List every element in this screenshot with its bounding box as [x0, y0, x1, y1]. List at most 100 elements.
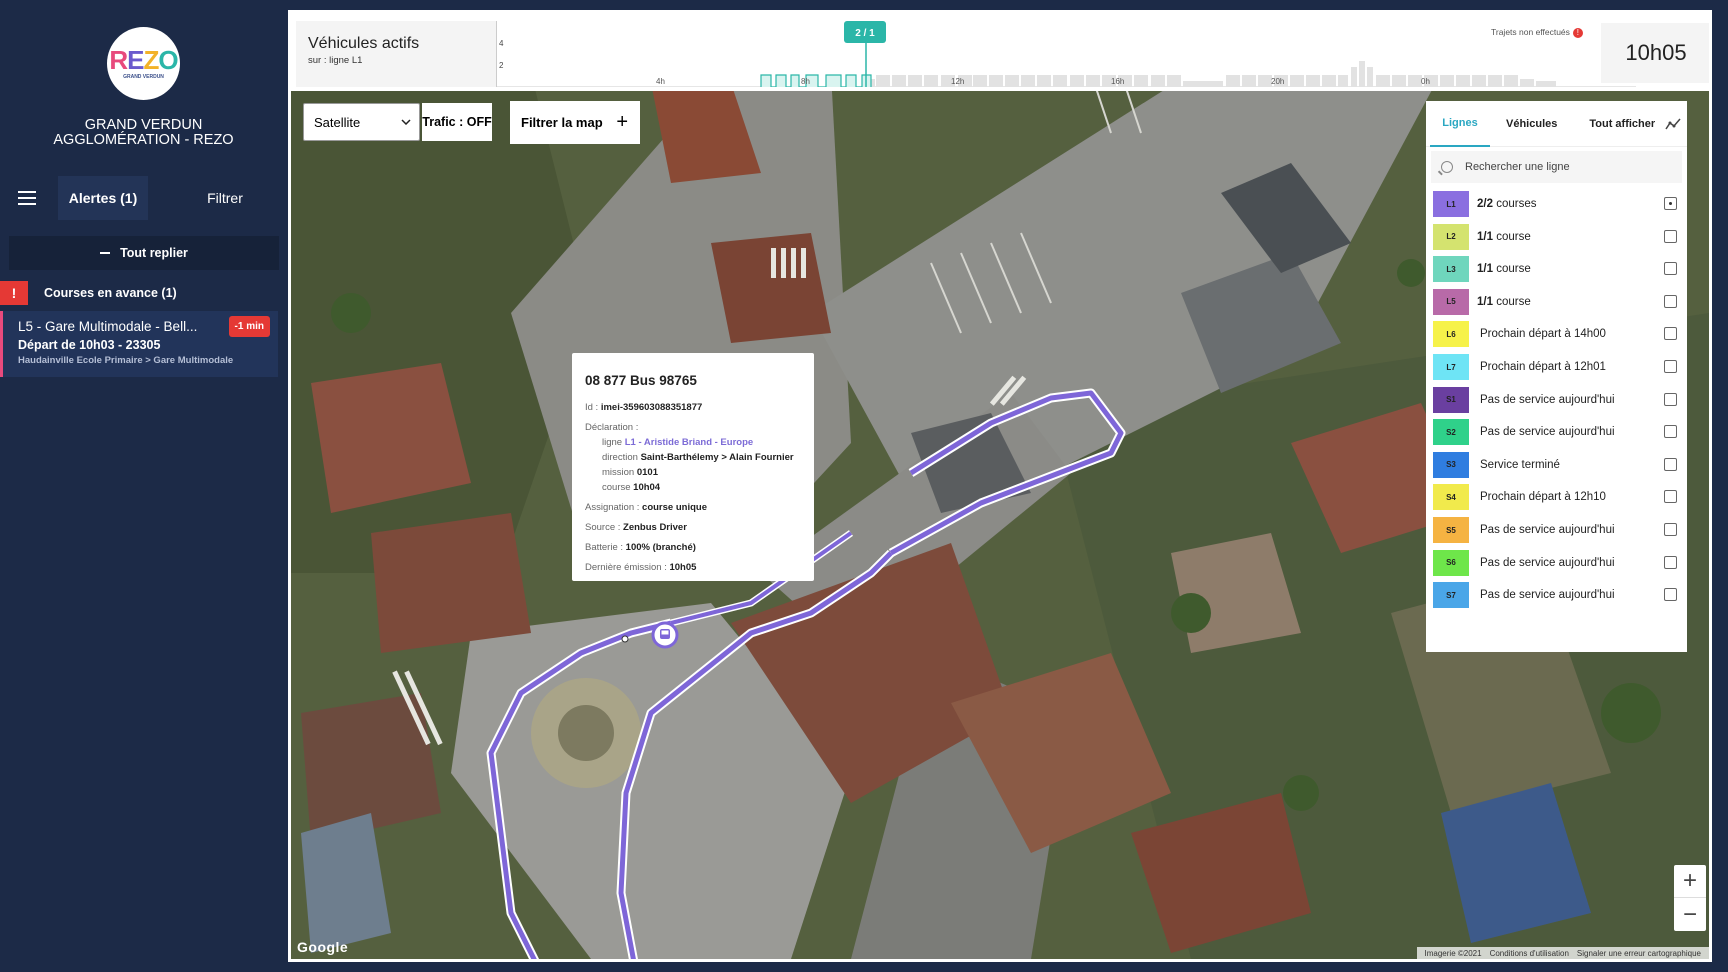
y-tick-2: 2 [499, 61, 504, 70]
main-view: Véhicules actifs sur : ligne L1 4 2 2 / … [288, 10, 1712, 962]
line-status: Pas de service aujourd'hui [1480, 524, 1615, 536]
line-row-s1[interactable]: S1 Pas de service aujourd'hui [1433, 386, 1677, 413]
alert-route: Haudainville Ecole Primaire > Gare Multi… [18, 355, 234, 366]
traffic-toggle[interactable]: Trafic : OFF [422, 103, 492, 141]
lines-panel: Lignes Véhicules Tout afficher Recherche… [1426, 101, 1687, 652]
line-row-l6[interactable]: L6 Prochain départ à 14h00 [1433, 321, 1677, 348]
line-checkbox[interactable] [1664, 588, 1677, 602]
line-status: 1/1 course [1477, 295, 1531, 308]
line-checkbox[interactable] [1664, 555, 1677, 569]
vehicle-battery-row: Batterie : 100% (branché) [585, 542, 696, 553]
line-row-l2[interactable]: L2 1/1 course [1433, 223, 1677, 250]
rezo-logo: REZO GRAND VERDUN [107, 27, 180, 100]
filter-map-button[interactable]: Filtrer la map + [510, 101, 640, 144]
line-row-s4[interactable]: S4 Prochain départ à 12h10 [1433, 484, 1677, 511]
chart-line-icon[interactable] [1665, 117, 1681, 131]
activity-bar: Véhicules actifs sur : ligne L1 4 2 2 / … [291, 13, 1709, 91]
vehicle-declaration: Déclaration : ligne L1 - Aristide Briand… [585, 422, 794, 493]
line-checkbox[interactable] [1664, 360, 1677, 373]
line-badge: L2 [1433, 223, 1469, 250]
x-tick-4h: 4h [656, 77, 665, 86]
tab-alerts[interactable]: Alertes (1) [58, 176, 148, 220]
line-status: Prochain départ à 12h10 [1480, 491, 1606, 504]
vehicle-assignation-row: Assignation : course unique [585, 502, 707, 513]
alert-title: L5 - Gare Multimodale - Bell... [18, 319, 198, 334]
line-checkbox[interactable] [1664, 490, 1677, 504]
line-badge: S7 [1433, 582, 1469, 609]
y-tick-4: 4 [499, 39, 504, 48]
zoom-in-button[interactable]: + [1674, 865, 1706, 898]
google-logo: Google [297, 939, 349, 955]
x-tick-8h: 8h [801, 77, 810, 86]
alert-delay-badge: -1 min [228, 316, 270, 337]
terms-link[interactable]: Conditions d'utilisation [1490, 949, 1569, 958]
org-line1: GRAND VERDUN [84, 117, 203, 133]
line-row-s2[interactable]: S2 Pas de service aujourd'hui [1433, 419, 1677, 446]
vehicle-id-row: Id : imei-359603088351877 [585, 402, 703, 413]
search-icon [1441, 161, 1453, 173]
map-attribution: Imagerie ©2021 Conditions d'utilisation … [1416, 947, 1709, 959]
activity-timeline[interactable]: 4 2 2 / 1 4h 8h 12h 16h 20h 0h [496, 21, 1636, 87]
line-row-s7[interactable]: S7 Pas de service aujourd'hui [1433, 582, 1677, 609]
line-checkbox[interactable] [1664, 425, 1677, 439]
line-checkbox[interactable] [1664, 457, 1677, 471]
map-type-select[interactable]: Satellite [303, 103, 420, 141]
collapse-all-label: Tout replier [120, 246, 188, 260]
tab-filter[interactable]: Filtrer [180, 176, 270, 220]
line-badge: S5 [1433, 517, 1469, 543]
line-badge: S4 [1433, 484, 1469, 511]
line-checkbox[interactable] [1664, 197, 1677, 210]
line-checkbox[interactable] [1664, 523, 1677, 536]
map-type-value: Satellite [314, 114, 361, 130]
line-badge: L1 [1433, 191, 1469, 217]
stop-marker-icon[interactable] [620, 634, 630, 644]
line-badge: S1 [1433, 386, 1469, 413]
line-checkbox[interactable] [1664, 327, 1677, 341]
line-row-s5[interactable]: S5 Pas de service aujourd'hui [1433, 517, 1677, 543]
collapse-all-button[interactable]: Tout replier [9, 236, 279, 270]
active-vehicles-subtitle: sur : ligne L1 [308, 55, 363, 66]
line-row-s6[interactable]: S6 Pas de service aujourd'hui [1433, 549, 1677, 576]
line-status: Prochain départ à 14h00 [1480, 328, 1606, 341]
unrealized-trips[interactable]: Trajets non effectués! [1491, 27, 1583, 38]
x-tick-0h: 0h [1421, 77, 1430, 86]
organization-name: GRAND VERDUN AGGLOMÉRATION - REZO [0, 118, 287, 148]
alert-icon: ! [0, 281, 28, 305]
line-row-l3[interactable]: L3 1/1 course [1433, 256, 1677, 283]
line-row-l1[interactable]: L1 2/2 courses [1433, 191, 1677, 217]
line-checkbox[interactable] [1664, 229, 1677, 243]
show-all-button[interactable]: Tout afficher [1589, 118, 1655, 130]
line-badge: S6 [1433, 549, 1469, 576]
bus-marker-icon[interactable] [651, 621, 679, 649]
alert-group-label: Courses en avance (1) [44, 286, 177, 300]
line-row-l5[interactable]: L5 1/1 course [1433, 288, 1677, 315]
warning-dot-icon: ! [1572, 27, 1583, 38]
imagery-credit: Imagerie ©2021 [1424, 948, 1482, 958]
report-error-link[interactable]: Signaler une erreur cartographique [1577, 949, 1701, 958]
hamburger-menu-icon[interactable] [18, 191, 36, 205]
current-time: 10h05 [1601, 23, 1709, 83]
zoom-controls: + − [1674, 865, 1706, 931]
x-tick-20h: 20h [1271, 77, 1284, 86]
line-link[interactable]: L1 - Aristide Briand - Europe [625, 437, 753, 448]
chevron-down-icon [401, 119, 411, 125]
line-row-l7[interactable]: L7 Prochain départ à 12h01 [1433, 354, 1677, 380]
line-badge: L6 [1433, 321, 1469, 348]
line-checkbox[interactable] [1664, 294, 1677, 308]
line-checkbox[interactable] [1664, 392, 1677, 406]
alert-item[interactable]: L5 - Gare Multimodale - Bell... -1 min D… [0, 311, 278, 377]
zoom-out-button[interactable]: − [1674, 898, 1706, 931]
tab-lines[interactable]: Lignes [1430, 101, 1490, 147]
line-row-s3[interactable]: S3 Service terminé [1433, 451, 1677, 478]
line-search[interactable]: Rechercher une ligne [1431, 151, 1682, 183]
tab-vehicles[interactable]: Véhicules [1506, 118, 1557, 130]
x-tick-12h: 12h [951, 77, 964, 86]
line-badge: L7 [1433, 354, 1469, 380]
timeline-marker: 2 / 1 [855, 28, 875, 39]
unrealized-label: Trajets non effectués [1491, 27, 1570, 37]
line-checkbox[interactable] [1664, 262, 1677, 276]
sidebar-menu-bar: Alertes (1) Filtrer [0, 176, 287, 220]
alert-group-header[interactable]: ! Courses en avance (1) [0, 280, 287, 306]
org-line2: AGGLOMÉRATION - REZO [53, 132, 234, 148]
line-status: Pas de service aujourd'hui [1480, 589, 1615, 602]
